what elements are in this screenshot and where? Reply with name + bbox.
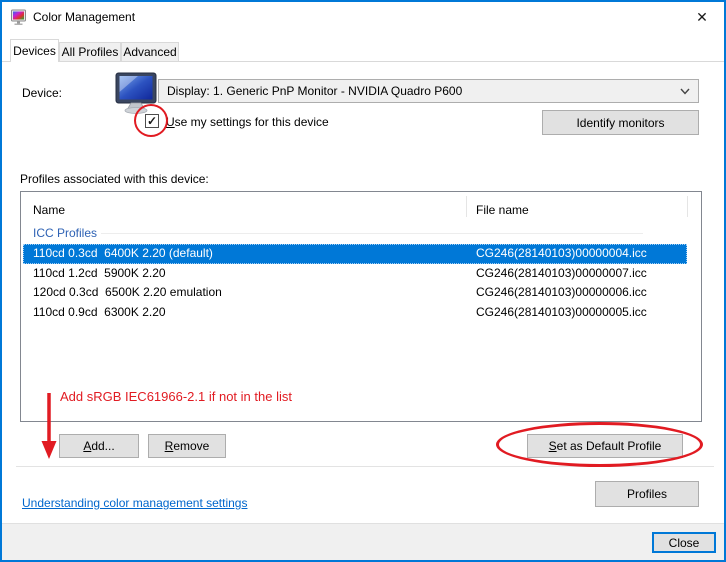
title-bar: Color Management ✕ <box>2 2 724 33</box>
device-select-value: Display: 1. Generic PnP Monitor - NVIDIA… <box>167 84 462 98</box>
table-row[interactable]: 110cd 1.2cd 5900K 2.20 CG246(28140103)00… <box>21 264 701 284</box>
color-management-dialog: Color Management ✕ Devices All Profiles … <box>0 0 726 562</box>
remove-button[interactable]: Remove <box>148 434 226 458</box>
column-divider <box>466 196 467 217</box>
annotation-circle-set-default <box>496 422 703 467</box>
tabstrip-divider <box>2 61 724 62</box>
chevron-down-icon <box>680 88 690 95</box>
profiles-button[interactable]: Profiles <box>595 481 699 507</box>
column-divider <box>687 196 688 217</box>
column-header-file-name[interactable]: File name <box>476 203 529 217</box>
understanding-color-management-link[interactable]: Understanding color management settings <box>22 496 247 510</box>
tab-advanced[interactable]: Advanced <box>121 42 179 61</box>
table-row[interactable]: 120cd 0.3cd 6500K 2.20 emulation CG246(2… <box>21 283 701 303</box>
tab-advanced-label: Advanced <box>123 45 176 59</box>
color-management-app-icon <box>10 9 27 26</box>
profile-name: 110cd 1.2cd 5900K 2.20 <box>33 264 166 283</box>
add-button[interactable]: Add... <box>59 434 139 458</box>
profiles-listview[interactable]: Name File name ICC Profiles 110cd 0.3cd … <box>20 191 702 422</box>
device-select[interactable]: Display: 1. Generic PnP Monitor - NVIDIA… <box>158 79 699 103</box>
tab-devices-label: Devices <box>13 44 56 58</box>
tab-all-profiles-label: All Profiles <box>62 45 119 59</box>
dialog-footer: Close <box>2 523 724 560</box>
table-row[interactable]: 110cd 0.3cd 6400K 2.20 (default) CG246(2… <box>23 244 687 264</box>
close-icon: ✕ <box>696 9 708 26</box>
profile-file-name: CG246(28140103)00000006.icc <box>476 283 647 302</box>
annotation-arrow-down-icon <box>37 391 61 461</box>
profile-file-name: CG246(28140103)00000007.icc <box>476 264 647 283</box>
profile-name: 110cd 0.3cd 6400K 2.20 (default) <box>33 244 213 263</box>
column-header-name[interactable]: Name <box>33 203 65 217</box>
table-row[interactable]: 110cd 0.9cd 6300K 2.20 CG246(28140103)00… <box>21 303 701 323</box>
profile-name: 120cd 0.3cd 6500K 2.20 emulation <box>33 283 222 302</box>
profile-file-name: CG246(28140103)00000005.icc <box>476 303 647 322</box>
device-label: Device: <box>22 86 62 100</box>
profile-file-name: CG246(28140103)00000004.icc <box>476 244 647 263</box>
annotation-circle-checkbox <box>134 104 168 137</box>
tab-all-profiles[interactable]: All Profiles <box>59 42 121 61</box>
profiles-section-label: Profiles associated with this device: <box>20 172 209 186</box>
group-header-line <box>101 233 643 234</box>
profile-name: 110cd 0.9cd 6300K 2.20 <box>33 303 166 322</box>
group-header-icc-profiles: ICC Profiles <box>33 226 97 240</box>
window-title: Color Management <box>33 10 135 24</box>
use-my-settings-label: Use my settings for this device <box>166 115 329 129</box>
close-button[interactable]: Close <box>652 532 716 553</box>
tab-devices[interactable]: Devices <box>10 39 59 62</box>
identify-monitors-button[interactable]: Identify monitors <box>542 110 699 135</box>
annotation-note: Add sRGB IEC61966-2.1 if not in the list <box>60 389 292 404</box>
profiles-rows: 110cd 0.3cd 6400K 2.20 (default) CG246(2… <box>21 244 701 322</box>
window-close-button[interactable]: ✕ <box>680 2 724 33</box>
